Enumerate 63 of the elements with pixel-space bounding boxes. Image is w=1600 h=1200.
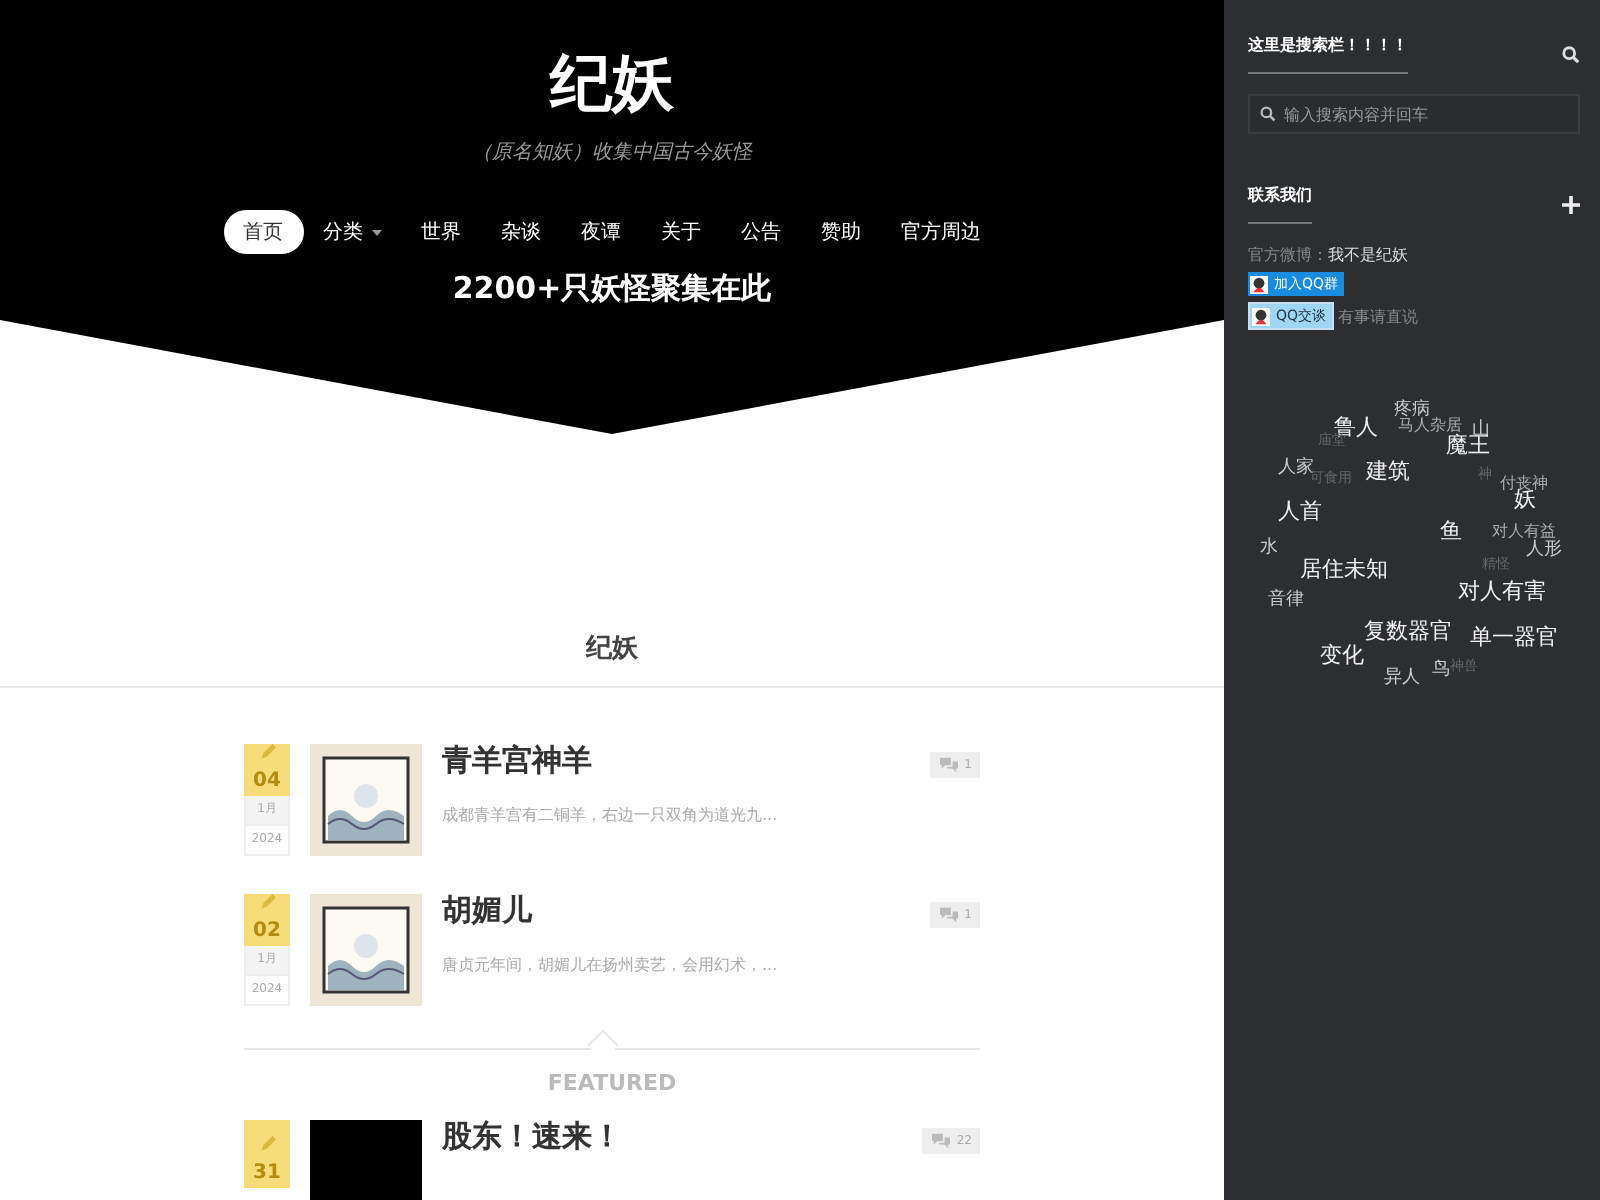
nav-link[interactable]: 官方周边 bbox=[881, 210, 1001, 254]
qq-icon bbox=[1252, 307, 1270, 325]
search-icon[interactable] bbox=[1562, 45, 1580, 63]
comment-icon bbox=[938, 906, 961, 924]
weibo-label: 官方微博： bbox=[1248, 244, 1328, 266]
tag-link[interactable]: 人形 bbox=[1526, 542, 1562, 560]
tag-link[interactable]: 付丧神 bbox=[1500, 476, 1548, 492]
tag-link[interactable]: 对人有益 bbox=[1492, 524, 1556, 540]
post-title[interactable]: 青羊宫神羊 bbox=[442, 742, 592, 780]
featured-label: FEATURED bbox=[545, 1070, 679, 1096]
pencil-icon bbox=[258, 744, 276, 762]
post-excerpt: 成都青羊宫有二铜羊，右边一只双角为道光九... bbox=[442, 804, 780, 826]
plus-icon[interactable] bbox=[1562, 195, 1580, 213]
tag-link[interactable]: 音律 bbox=[1268, 592, 1304, 610]
banner-heading: 2200+只妖怪聚集在此 bbox=[452, 270, 772, 308]
tag-link[interactable]: 鲁人 bbox=[1334, 416, 1378, 438]
nav-link[interactable]: 关于 bbox=[641, 210, 721, 254]
search-field[interactable]: 输入搜索内容并回车 bbox=[1248, 94, 1580, 134]
nav-link[interactable]: 公告 bbox=[721, 210, 801, 254]
tag-link[interactable]: 单一器官 bbox=[1470, 626, 1558, 648]
tag-link[interactable]: 疼病 bbox=[1394, 402, 1430, 420]
nav-link[interactable]: 世界 bbox=[401, 210, 481, 254]
site-tagline: （原名知妖）收集中国古今妖怪 bbox=[472, 139, 752, 166]
search-icon bbox=[1260, 106, 1276, 122]
tag-link[interactable]: 妖 bbox=[1514, 488, 1536, 510]
comment-icon bbox=[930, 1132, 953, 1150]
qq-icon bbox=[1250, 275, 1268, 293]
weibo-link[interactable]: 我不是纪妖 bbox=[1328, 244, 1408, 266]
tag-link[interactable]: 马人杂居 bbox=[1398, 418, 1462, 434]
nav-link[interactable]: 夜谭 bbox=[561, 210, 641, 254]
date-badge: 04 bbox=[244, 744, 290, 796]
comment-icon bbox=[938, 756, 961, 774]
widget-title: 这里是搜索栏！！！！ bbox=[1248, 34, 1408, 74]
nav-link[interactable]: 首页 bbox=[223, 210, 303, 254]
stamp-drawing[interactable] bbox=[310, 744, 422, 856]
widget-title: 联系我们 bbox=[1248, 184, 1312, 224]
nav-link[interactable]: 杂谈 bbox=[481, 210, 561, 254]
tag-link[interactable]: 异人 bbox=[1384, 670, 1420, 688]
tag-link[interactable]: 魔王 bbox=[1446, 434, 1490, 456]
pencil-icon bbox=[258, 894, 276, 912]
search-input[interactable]: 输入搜索内容并回车 bbox=[1284, 105, 1568, 123]
post-title[interactable]: 股东！速来！ bbox=[442, 1118, 622, 1156]
tag-link[interactable]: 建筑 bbox=[1366, 460, 1410, 482]
contact-note: 有事请直说 bbox=[1338, 305, 1419, 327]
tag-link[interactable]: 对人有害 bbox=[1458, 580, 1546, 602]
date-badge: 02 bbox=[244, 894, 290, 946]
nav-link[interactable]: 赞助 bbox=[801, 210, 881, 254]
tag-link[interactable]: 居住未知 bbox=[1300, 558, 1388, 580]
post-title[interactable]: 胡媚儿 bbox=[442, 892, 532, 930]
tag-link[interactable]: 人首 bbox=[1278, 500, 1322, 522]
stamp-drawing[interactable] bbox=[310, 894, 422, 1006]
tag-link[interactable]: 鸟 bbox=[1432, 662, 1450, 680]
nav-link[interactable]: 分类 bbox=[303, 210, 401, 254]
tag-link[interactable]: 变化 bbox=[1320, 644, 1364, 666]
pencil-icon bbox=[258, 1136, 276, 1154]
tag-link[interactable]: 鱼 bbox=[1440, 520, 1462, 542]
tag-link[interactable]: 人家 bbox=[1278, 460, 1314, 478]
date-badge: 31 bbox=[244, 1120, 290, 1188]
tag-link[interactable]: 水 bbox=[1260, 540, 1278, 558]
site-title[interactable]: 纪妖 bbox=[550, 44, 674, 124]
tag-link[interactable]: 复数器官 bbox=[1364, 620, 1452, 642]
post-excerpt: 唐贞元年间，胡媚儿在扬州卖艺，会用幻术，... bbox=[442, 954, 780, 976]
section-title: 纪妖 bbox=[586, 632, 638, 666]
